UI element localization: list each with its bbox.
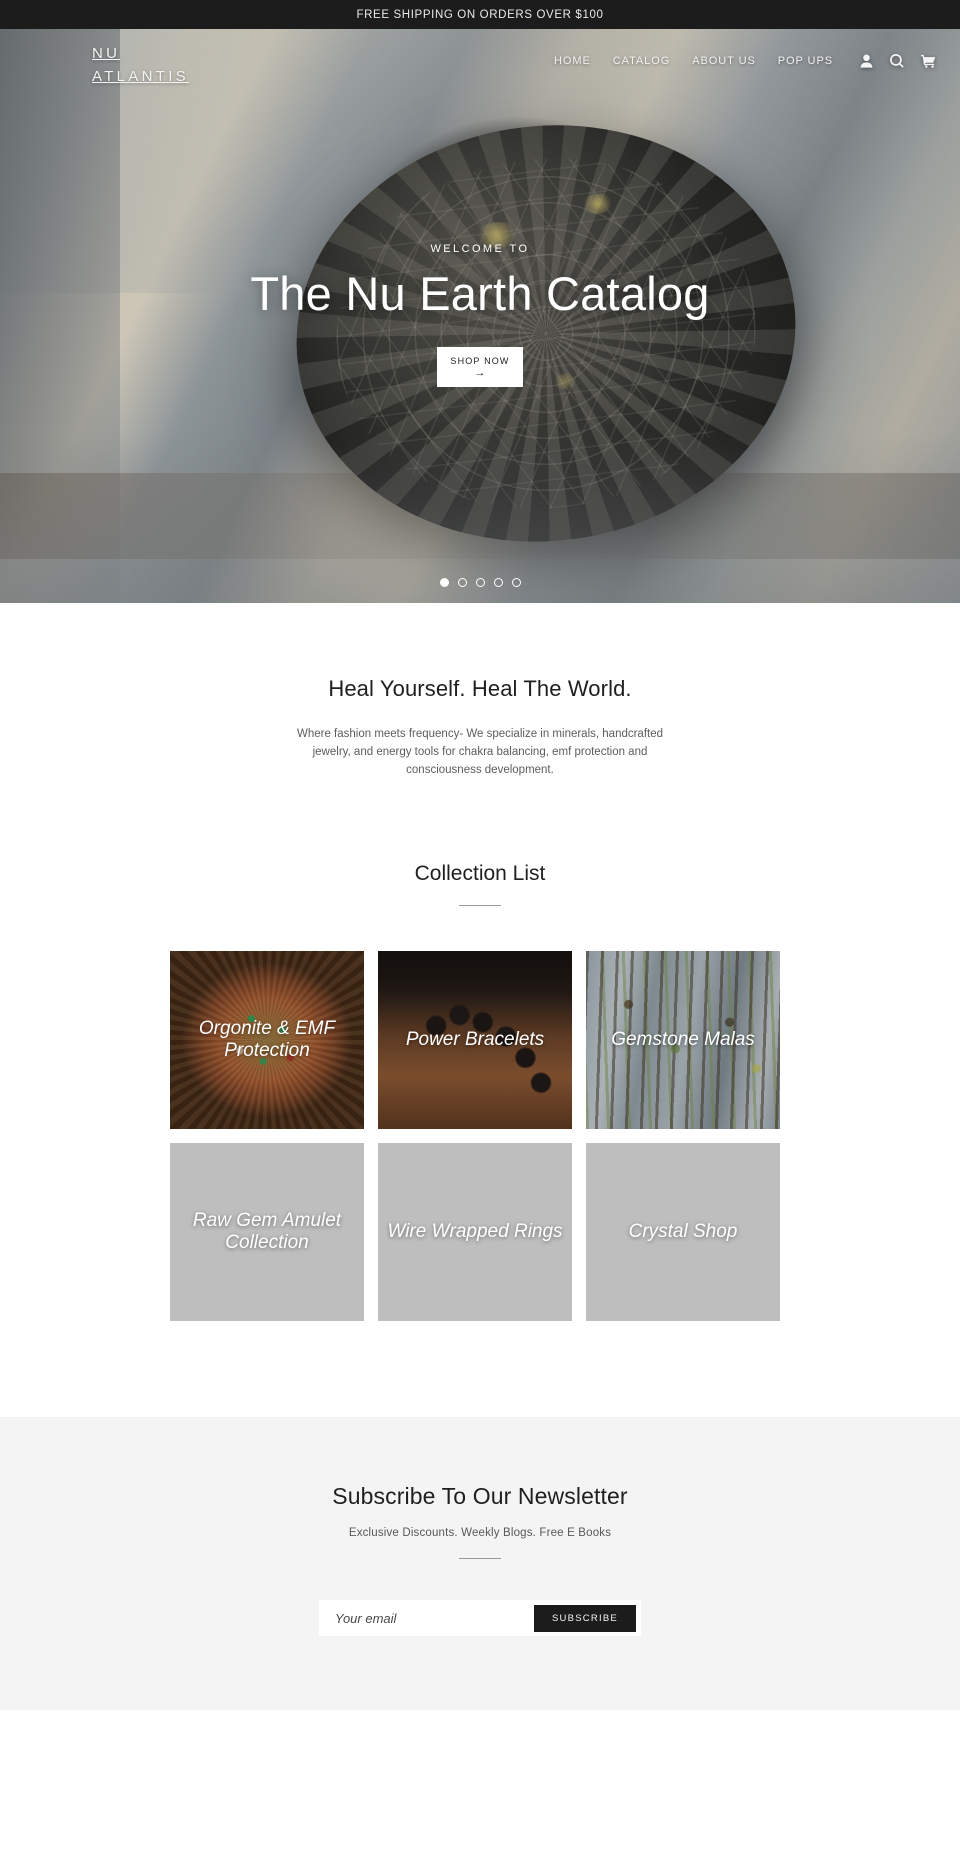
collection-title: Gemstone Malas (611, 1029, 755, 1051)
collection-card[interactable]: Orgonite & EMF Protection (170, 951, 364, 1130)
hero-image-decor-rail (0, 473, 960, 559)
nav-item-pop-ups[interactable]: POP UPS (778, 55, 833, 67)
newsletter-heading: Subscribe To Our Newsletter (332, 1483, 628, 1510)
hero-copy: WELCOME TO The Nu Earth Catalog SHOP NOW… (0, 243, 960, 387)
announcement-text: FREE SHIPPING ON ORDERS OVER $100 (356, 8, 604, 21)
slide-dot-2[interactable] (457, 578, 467, 587)
heading-divider (459, 1558, 501, 1560)
collection-card[interactable]: Raw Gem Amulet Collection (170, 1143, 364, 1322)
collection-list-section: Collection List Orgonite & EMF Protectio… (0, 779, 960, 1322)
account-icon[interactable] (860, 54, 873, 68)
newsletter-form: SUBSCRIBE (319, 1600, 641, 1637)
hero-slideshow: NU ATLANTIS HOME CATALOG ABOUT US POP UP… (0, 29, 960, 603)
intro-section: Heal Yourself. Heal The World. Where fas… (0, 603, 960, 779)
slide-dot-4[interactable] (493, 578, 503, 587)
collection-title: Crystal Shop (628, 1221, 738, 1243)
header-icon-group (860, 54, 936, 68)
cart-icon[interactable] (921, 54, 936, 68)
slide-dot-5[interactable] (511, 578, 521, 587)
slide-dot-1[interactable] (439, 578, 449, 587)
collection-title: Raw Gem Amulet Collection (192, 1210, 342, 1254)
newsletter-subheading: Exclusive Discounts. Weekly Blogs. Free … (348, 1527, 612, 1540)
intro-body: Where fashion meets frequency- We specia… (296, 728, 664, 776)
intro-heading: Heal Yourself. Heal The World. (328, 676, 632, 701)
shop-now-button[interactable]: SHOP NOW → (437, 347, 523, 387)
collection-card[interactable]: Crystal Shop (586, 1143, 780, 1322)
collection-title: Orgonite & EMF Protection (198, 1018, 336, 1062)
slideshow-pagination (0, 578, 960, 587)
hero-title: The Nu Earth Catalog (250, 267, 710, 320)
collection-list-heading: Collection List (414, 862, 546, 886)
main-navigation: HOME CATALOG ABOUT US POP UPS (554, 54, 936, 68)
site-logo[interactable]: NU ATLANTIS (92, 43, 212, 88)
site-header: NU ATLANTIS HOME CATALOG ABOUT US POP UP… (0, 29, 960, 121)
heading-divider (459, 905, 501, 907)
subscribe-button[interactable]: SUBSCRIBE (533, 1604, 636, 1632)
collection-title: Wire Wrapped Rings (387, 1221, 563, 1243)
collection-title: Power Bracelets (405, 1029, 545, 1051)
collection-card[interactable]: Gemstone Malas (586, 951, 780, 1130)
arrow-right-icon: → (474, 366, 486, 379)
newsletter-section: Subscribe To Our Newsletter Exclusive Di… (0, 1417, 960, 1711)
collection-grid: Orgonite & EMF Protection Power Bracelet… (170, 951, 790, 1322)
shop-now-label: SHOP NOW (450, 355, 510, 366)
collection-card[interactable]: Wire Wrapped Rings (378, 1143, 572, 1322)
search-icon[interactable] (890, 54, 904, 68)
hero-kicker: WELCOME TO (430, 243, 530, 255)
nav-item-about-us[interactable]: ABOUT US (692, 55, 756, 67)
nav-item-catalog[interactable]: CATALOG (613, 55, 670, 67)
collection-card[interactable]: Power Bracelets (378, 951, 572, 1130)
nav-item-home[interactable]: HOME (554, 55, 591, 67)
announcement-bar: FREE SHIPPING ON ORDERS OVER $100 (0, 0, 960, 29)
email-input[interactable] (319, 1600, 534, 1637)
slide-dot-3[interactable] (475, 578, 485, 587)
